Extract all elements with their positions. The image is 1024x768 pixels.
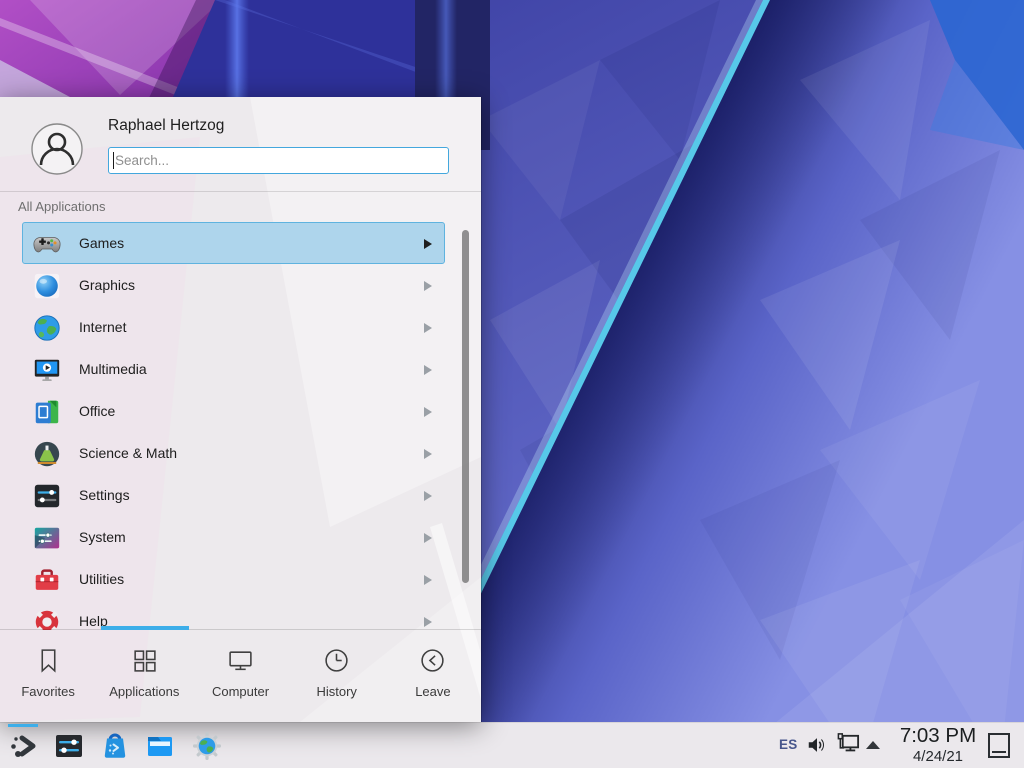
monitor-icon — [227, 647, 254, 674]
clock-icon — [323, 647, 350, 674]
submenu-arrow-icon — [424, 323, 432, 333]
category-list: Games Graphics — [0, 222, 481, 630]
graphics-icon — [32, 271, 62, 301]
category-row-internet[interactable]: Internet — [22, 306, 445, 348]
tab-label: Computer — [212, 684, 269, 699]
internet-icon — [32, 313, 62, 343]
scrollbar-thumb[interactable] — [462, 230, 469, 583]
tab-label: History — [316, 684, 356, 699]
tab-label: Leave — [415, 684, 450, 699]
tab-applications[interactable]: Applications — [96, 633, 192, 722]
category-label: Graphics — [79, 277, 135, 293]
submenu-arrow-icon — [424, 407, 432, 417]
application-launcher-popup: Raphael Hertzog All Applications Games — [0, 97, 481, 722]
category-row-settings[interactable]: Settings — [22, 474, 445, 516]
clock-time: 7:03 PM — [886, 724, 990, 748]
category-row-science-math[interactable]: Science & Math — [22, 432, 445, 474]
system-settings-button[interactable] — [54, 731, 84, 761]
section-label: All Applications — [18, 199, 105, 214]
show-desktop-button[interactable] — [988, 733, 1010, 758]
volume-icon[interactable] — [806, 734, 828, 756]
category-label: Utilities — [79, 571, 124, 587]
application-launcher-button[interactable] — [8, 731, 38, 761]
bookmark-icon — [35, 647, 62, 674]
category-row-graphics[interactable]: Graphics — [22, 264, 445, 306]
active-tab-indicator — [101, 626, 189, 630]
submenu-arrow-icon — [424, 575, 432, 585]
keyboard-layout-indicator[interactable]: ES — [779, 737, 798, 752]
category-label: Office — [79, 403, 115, 419]
tabbar-separator — [0, 629, 481, 630]
multimedia-icon — [32, 355, 62, 385]
category-row-system[interactable]: System — [22, 516, 445, 558]
help-icon — [32, 607, 62, 630]
konqueror-browser-button[interactable] — [192, 731, 222, 761]
tab-leave[interactable]: Leave — [385, 633, 481, 722]
header-separator — [0, 191, 481, 192]
expand-tray-icon[interactable] — [865, 740, 881, 750]
tab-label: Applications — [109, 684, 179, 699]
submenu-arrow-icon — [424, 491, 432, 501]
tab-label: Favorites — [21, 684, 74, 699]
submenu-arrow-icon — [424, 449, 432, 459]
category-row-office[interactable]: Office — [22, 390, 445, 432]
category-label: System — [79, 529, 126, 545]
category-row-utilities[interactable]: Utilities — [22, 558, 445, 600]
settings-icon — [32, 481, 62, 511]
submenu-arrow-icon — [424, 533, 432, 543]
category-label: Multimedia — [79, 361, 147, 377]
leave-icon — [419, 647, 446, 674]
clock-date: 4/24/21 — [886, 748, 990, 765]
launcher-active-indicator — [8, 724, 38, 727]
grid-icon — [131, 647, 158, 674]
category-label: Internet — [79, 319, 126, 335]
office-icon — [32, 397, 62, 427]
desktop: Raphael Hertzog All Applications Games — [0, 0, 1024, 768]
submenu-arrow-icon — [424, 239, 432, 249]
category-label: Games — [79, 235, 124, 251]
category-row-help[interactable]: Help — [22, 600, 445, 630]
tab-history[interactable]: History — [289, 633, 385, 722]
dolphin-file-manager-button[interactable] — [145, 731, 175, 761]
user-name: Raphael Hertzog — [108, 117, 224, 135]
category-row-multimedia[interactable]: Multimedia — [22, 348, 445, 390]
category-row-games[interactable]: Games — [22, 222, 445, 264]
submenu-arrow-icon — [424, 365, 432, 375]
text-cursor — [113, 152, 114, 169]
games-icon — [32, 229, 62, 259]
category-label: Science & Math — [79, 445, 177, 461]
discover-button[interactable] — [100, 731, 130, 761]
system-icon — [32, 523, 62, 553]
submenu-arrow-icon — [424, 281, 432, 291]
wired-network-icon[interactable] — [836, 731, 861, 756]
submenu-arrow-icon — [424, 617, 432, 627]
launcher-tabbar: Favorites Applications Computer History … — [0, 633, 481, 722]
utilities-icon — [32, 565, 62, 595]
search-input[interactable] — [108, 147, 449, 174]
science-icon — [32, 439, 62, 469]
category-label: Settings — [79, 487, 130, 503]
tab-favorites[interactable]: Favorites — [0, 633, 96, 722]
digital-clock[interactable]: 7:03 PM 4/24/21 — [886, 724, 990, 765]
user-avatar-icon[interactable] — [31, 123, 83, 175]
tab-computer[interactable]: Computer — [192, 633, 288, 722]
